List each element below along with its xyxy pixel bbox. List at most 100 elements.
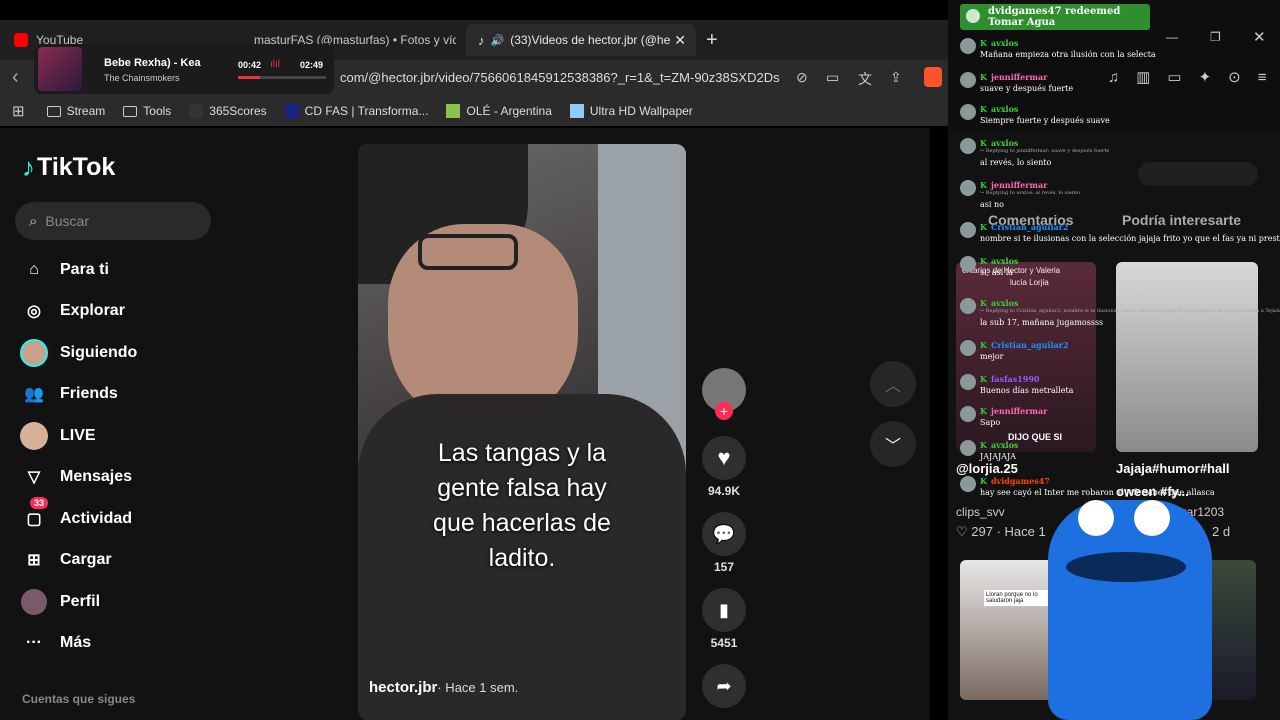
- chat-username: avxlos: [990, 256, 1019, 266]
- prev-video-button[interactable]: ︿: [870, 361, 916, 407]
- video-author[interactable]: hector.jbr· Hace 1 sem.: [369, 679, 518, 696]
- mod-badge-icon: K: [980, 440, 987, 450]
- mod-badge-icon: K: [980, 38, 987, 48]
- brave-shield-icon[interactable]: [924, 67, 942, 87]
- author-avatar[interactable]: +: [702, 368, 746, 420]
- cast-icon[interactable]: ▭: [826, 69, 839, 86]
- search-input[interactable]: ⌕ Buscar: [15, 202, 211, 240]
- avatar: [960, 138, 976, 154]
- avatar: [960, 298, 976, 314]
- media-time-total: 02:49: [300, 60, 324, 70]
- save-button[interactable]: ▮: [702, 588, 746, 632]
- chat-text: JAJAJAJA: [980, 452, 1016, 461]
- nav-live[interactable]: LIVE: [20, 422, 96, 450]
- like-button[interactable]: ♥: [702, 436, 746, 480]
- video-player[interactable]: Las tangas y la gente falsa hay que hace…: [358, 144, 686, 720]
- chat-message: Kavxlos Siempre fuerte y después suave: [960, 104, 1270, 134]
- chat-reply: ↪ Replying to Cristian_aguilar2: nombre …: [980, 308, 1280, 314]
- follow-plus-icon[interactable]: +: [715, 402, 733, 420]
- nav-perfil[interactable]: Perfil: [20, 588, 100, 616]
- comment-button[interactable]: 💬: [702, 512, 746, 556]
- share-button[interactable]: ➦: [702, 664, 746, 708]
- bookmark-wallpaper[interactable]: Ultra HD Wallpaper: [569, 104, 693, 118]
- bookmarks-bar: ⊞ Stream Tools 365Scores CD FAS | Transf…: [0, 96, 948, 126]
- chat-username: avxlos: [990, 440, 1019, 450]
- chat-message: Kavxlos Mañana empieza otra ilusión con l…: [960, 38, 1270, 68]
- chat-user: Kjenniffermar: [980, 406, 1047, 416]
- nav-actividad[interactable]: ▢ 33 Actividad: [20, 497, 132, 533]
- bookmark-tools[interactable]: Tools: [123, 104, 171, 118]
- media-time-current: 00:42: [238, 60, 262, 70]
- new-tab-button[interactable]: +: [706, 24, 718, 56]
- chat-username: jenniffermar: [990, 72, 1048, 82]
- chat-user: Kavxlos: [980, 256, 1018, 266]
- avatar: [960, 104, 976, 120]
- back-arrow-icon[interactable]: ‹: [12, 66, 19, 89]
- chat-reply: ↪ Replying to avxlos: al revés, lo sient…: [980, 190, 1081, 196]
- chat-username: jenniffermar: [990, 406, 1048, 416]
- tiktok-note-icon: ♪: [22, 152, 35, 182]
- folder-icon: [123, 105, 138, 117]
- bookmark-ole[interactable]: OLÉ - Argentina: [446, 104, 552, 118]
- mod-badge-icon: K: [980, 72, 987, 82]
- comment-count: 157: [713, 560, 735, 574]
- chat-message: Kavxlos ↪ Replying to Cristian_aguilar2: …: [960, 298, 1280, 328]
- translate-icon[interactable]: 文: [858, 69, 872, 89]
- chat-user: Kavxlos: [980, 104, 1018, 114]
- youtube-icon: [14, 33, 28, 47]
- chat-text: al revés, lo siento: [980, 158, 1052, 167]
- chat-message: K Cristian_aguilar2 mejor: [960, 340, 1270, 370]
- 365-icon: [189, 104, 204, 118]
- nav-cargar[interactable]: ⊞ Cargar: [20, 546, 111, 574]
- chat-text: Buenos días metralleta: [980, 386, 1074, 395]
- url-text[interactable]: com/@hector.jbr/video/756606184591253838…: [340, 70, 780, 85]
- nav-mas[interactable]: ··· Más: [20, 629, 91, 657]
- chat-user: Kavxlos: [980, 138, 1018, 148]
- chat-user: K Cristian_aguilar2: [980, 222, 1068, 232]
- related-caption-1: clips_svv: [956, 505, 1005, 519]
- chat-message: Kavxlos si, así la: [960, 256, 1270, 286]
- chat-text: asi no: [980, 200, 1004, 209]
- bookmark-stream[interactable]: Stream: [46, 104, 105, 118]
- like-count: 94.9K: [707, 484, 741, 498]
- top-strip: [0, 0, 948, 20]
- bookmark-cdfas[interactable]: CD FAS | Transforma...: [284, 104, 428, 118]
- tiktok-logo[interactable]: ♪ TikTok: [22, 152, 115, 183]
- chat-text: la sub 17, mañana jugamossss: [980, 318, 1104, 327]
- tiktok-page: ♪ TikTok ⌕ Buscar ⌂ Para ti ◎ Explorar Sig…: [0, 128, 930, 720]
- nav-friends[interactable]: 👥 Friends: [20, 380, 118, 408]
- close-tab-icon[interactable]: ✕: [674, 32, 686, 49]
- media-progress[interactable]: [238, 76, 326, 79]
- speaker-icon: 🔊: [490, 34, 505, 47]
- chat-username: avxlos: [990, 298, 1019, 308]
- chat-text: mejor: [980, 352, 1004, 361]
- chat-user: Kjenniffermar: [980, 72, 1047, 82]
- nav-para-ti[interactable]: ⌂ Para ti: [20, 256, 109, 284]
- chat-message: Kavxlos ↪ Replying to jenniffermar: suave…: [960, 138, 1270, 168]
- mod-badge-icon: K: [980, 374, 987, 384]
- save-count: 5451: [710, 636, 738, 650]
- chat-reply: ↪ Replying to jenniffermar: suave y desp…: [980, 148, 1110, 154]
- avatar: [960, 406, 976, 422]
- nav-mensajes[interactable]: ▽ Mensajes: [20, 463, 132, 491]
- bookmark-365scores[interactable]: 365Scores: [189, 104, 267, 118]
- chevron-up-icon: ︿: [884, 378, 901, 395]
- nav-explorar[interactable]: ◎ Explorar: [20, 297, 125, 325]
- nav-siguiendo[interactable]: Siguiendo: [20, 339, 137, 367]
- tab-tiktok-active[interactable]: ♪ 🔊 (33)Videos de hector.jbr (@he ✕: [466, 24, 696, 56]
- chat-message: Kjenniffermar suave y después fuerte: [960, 72, 1270, 102]
- media-popup: Bebe Rexha) - Kea The Chainsmokers 00:42…: [34, 44, 334, 94]
- chat-message: Kavxlos JAJAJAJA: [960, 440, 1270, 470]
- following-section-label: Cuentas que sigues: [22, 692, 136, 706]
- folder-icon: [46, 105, 61, 117]
- home-icon: ⌂: [29, 261, 39, 278]
- apps-grid-icon[interactable]: ⊞: [12, 102, 25, 120]
- chat-text: Sapo: [980, 418, 1001, 427]
- share-icon[interactable]: ⇪: [890, 69, 902, 86]
- comment-icon: 💬: [712, 523, 736, 544]
- mod-badge-icon: K: [980, 256, 987, 266]
- mod-badge-icon: K: [980, 138, 987, 148]
- next-video-button[interactable]: ﹀: [870, 421, 916, 467]
- tracking-off-icon[interactable]: ⊘: [796, 69, 808, 86]
- album-art: [38, 47, 82, 91]
